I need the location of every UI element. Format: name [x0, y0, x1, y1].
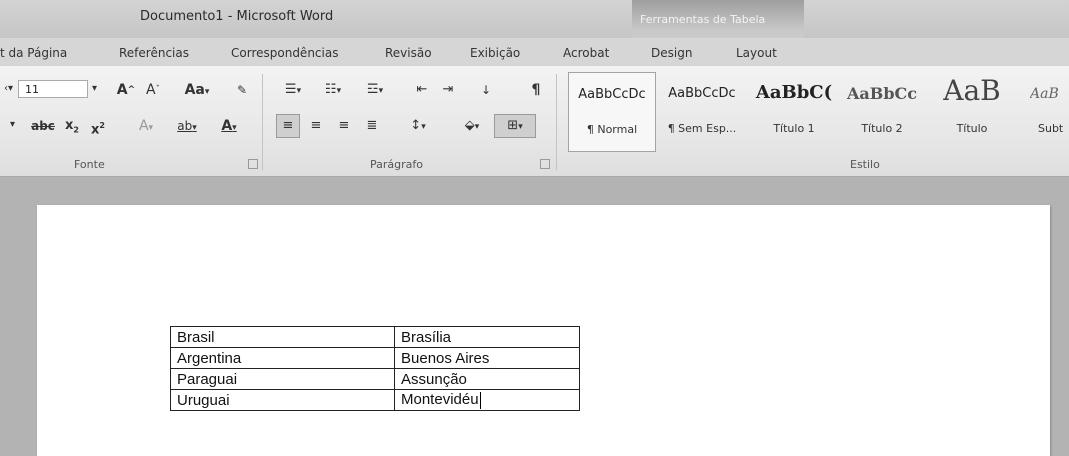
style-sample: AaBbC(: [755, 82, 833, 103]
style-sample: AaB: [1030, 86, 1059, 102]
font-name-dropdown-arrow[interactable]: ‹▾: [4, 80, 13, 98]
style-sample: AaBbCcDc: [578, 87, 646, 102]
shading-button[interactable]: ⬙▾: [454, 114, 490, 138]
justify-button[interactable]: ≣: [360, 114, 384, 138]
table-cell[interactable]: Brasil: [170, 326, 395, 348]
group-label-paragraph: Parágrafo: [370, 158, 423, 171]
align-right-button[interactable]: ≡: [332, 114, 356, 138]
tab-review[interactable]: Revisão: [385, 46, 432, 60]
table-row: Brasil Brasília: [170, 326, 580, 348]
table-cell-active[interactable]: Montevidéu: [394, 389, 580, 411]
table-row: Uruguai Montevidéu: [170, 389, 580, 411]
table-cell[interactable]: Brasília: [394, 326, 580, 348]
strikethrough-button[interactable]: abc: [28, 114, 58, 138]
window-title: Documento1 - Microsoft Word: [140, 9, 334, 24]
paragraph-dialog-launcher-icon[interactable]: [540, 159, 550, 169]
style-normal[interactable]: AaBbCcDc ¶ Normal: [568, 72, 656, 152]
table-cell[interactable]: Uruguai: [170, 389, 395, 411]
group-label-styles: Estilo: [850, 158, 880, 171]
change-case-button[interactable]: Aa▾: [178, 78, 216, 102]
tab-mailings[interactable]: Correspondências: [231, 46, 338, 60]
style-no-spacing[interactable]: AaBbCcDc ¶ Sem Esp...: [658, 72, 746, 152]
shrink-font-button[interactable]: Aˇ: [140, 78, 166, 102]
clear-formatting-icon[interactable]: ✎: [228, 78, 256, 102]
separator: [556, 74, 557, 170]
align-left-button[interactable]: ≡: [276, 114, 300, 138]
strikethrough-arrow: ▾: [10, 119, 16, 130]
tab-references[interactable]: Referências: [119, 46, 189, 60]
group-label-font: Fonte: [74, 158, 105, 171]
table-cell[interactable]: Paraguai: [170, 368, 395, 390]
align-center-button[interactable]: ≡: [304, 114, 328, 138]
table-cell[interactable]: Argentina: [170, 347, 395, 369]
grow-font-button[interactable]: A^: [112, 78, 140, 102]
tab-view[interactable]: Exibição: [470, 46, 520, 60]
ribbon-tabs: t da Página Referências Correspondências…: [0, 38, 1069, 67]
style-name: Título: [956, 122, 988, 135]
tab-page-layout[interactable]: t da Página: [0, 46, 67, 60]
superscript-button[interactable]: x2: [86, 114, 110, 138]
numbering-button[interactable]: ☷▾: [314, 78, 352, 102]
contextual-tab-group-label: Ferramentas de Tabela: [640, 13, 766, 26]
document-table[interactable]: Brasil Brasília Argentina Buenos Aires P…: [170, 326, 580, 411]
show-paragraph-marks-button[interactable]: ¶: [524, 78, 548, 102]
tab-design[interactable]: Design: [651, 46, 692, 60]
table-cell[interactable]: Assunção: [394, 368, 580, 390]
style-sample: AaBbCc: [847, 84, 917, 103]
tab-layout[interactable]: Layout: [736, 46, 777, 60]
increase-indent-button[interactable]: ⇥: [436, 78, 460, 102]
table-row: Paraguai Assunção: [170, 368, 580, 390]
title-bar: Documento1 - Microsoft Word: [0, 0, 1069, 38]
subscript-button[interactable]: x2: [60, 114, 84, 138]
style-name: Título 1: [773, 122, 815, 135]
table-row: Argentina Buenos Aires: [170, 347, 580, 369]
tab-acrobat[interactable]: Acrobat: [563, 46, 609, 60]
table-cell[interactable]: Buenos Aires: [394, 347, 580, 369]
multilevel-list-button[interactable]: ☲▾: [354, 78, 396, 102]
highlight-color-button[interactable]: ab▾: [168, 114, 206, 138]
borders-button[interactable]: ⊞▾: [494, 114, 536, 138]
style-heading-1[interactable]: AaBbC( Título 1: [750, 72, 838, 152]
sort-button[interactable]: ↓: [472, 78, 500, 102]
decrease-indent-button[interactable]: ⇤: [410, 78, 434, 102]
font-dialog-launcher-icon[interactable]: [248, 159, 258, 169]
style-heading-2[interactable]: AaBbCc Título 2: [838, 72, 926, 152]
style-sample: AaBbCcDc: [668, 86, 736, 101]
style-title[interactable]: AaB Título: [928, 72, 1016, 152]
bullets-button[interactable]: ☰▾: [274, 78, 312, 102]
style-name: Título 2: [861, 122, 903, 135]
font-size-dropdown-arrow[interactable]: ▾: [92, 80, 97, 98]
styles-gallery: AaBbCcDc ¶ Normal AaBbCcDc ¶ Sem Esp... …: [563, 72, 1069, 156]
text-effects-button[interactable]: A▾: [128, 114, 164, 138]
separator: [262, 74, 263, 170]
style-name: ¶ Sem Esp...: [667, 122, 737, 135]
style-name: ¶ Normal: [586, 123, 638, 136]
style-subtitle[interactable]: AaB Subt: [1018, 72, 1069, 152]
line-spacing-button[interactable]: ↕▾: [400, 114, 436, 138]
style-sample: AaB: [943, 74, 1001, 107]
cell-text: Montevidéu: [401, 391, 479, 409]
font-color-button[interactable]: A▾: [210, 114, 248, 138]
text-cursor: [479, 391, 481, 409]
font-size-input[interactable]: 11: [18, 80, 88, 98]
style-name: Subt: [1038, 122, 1064, 135]
